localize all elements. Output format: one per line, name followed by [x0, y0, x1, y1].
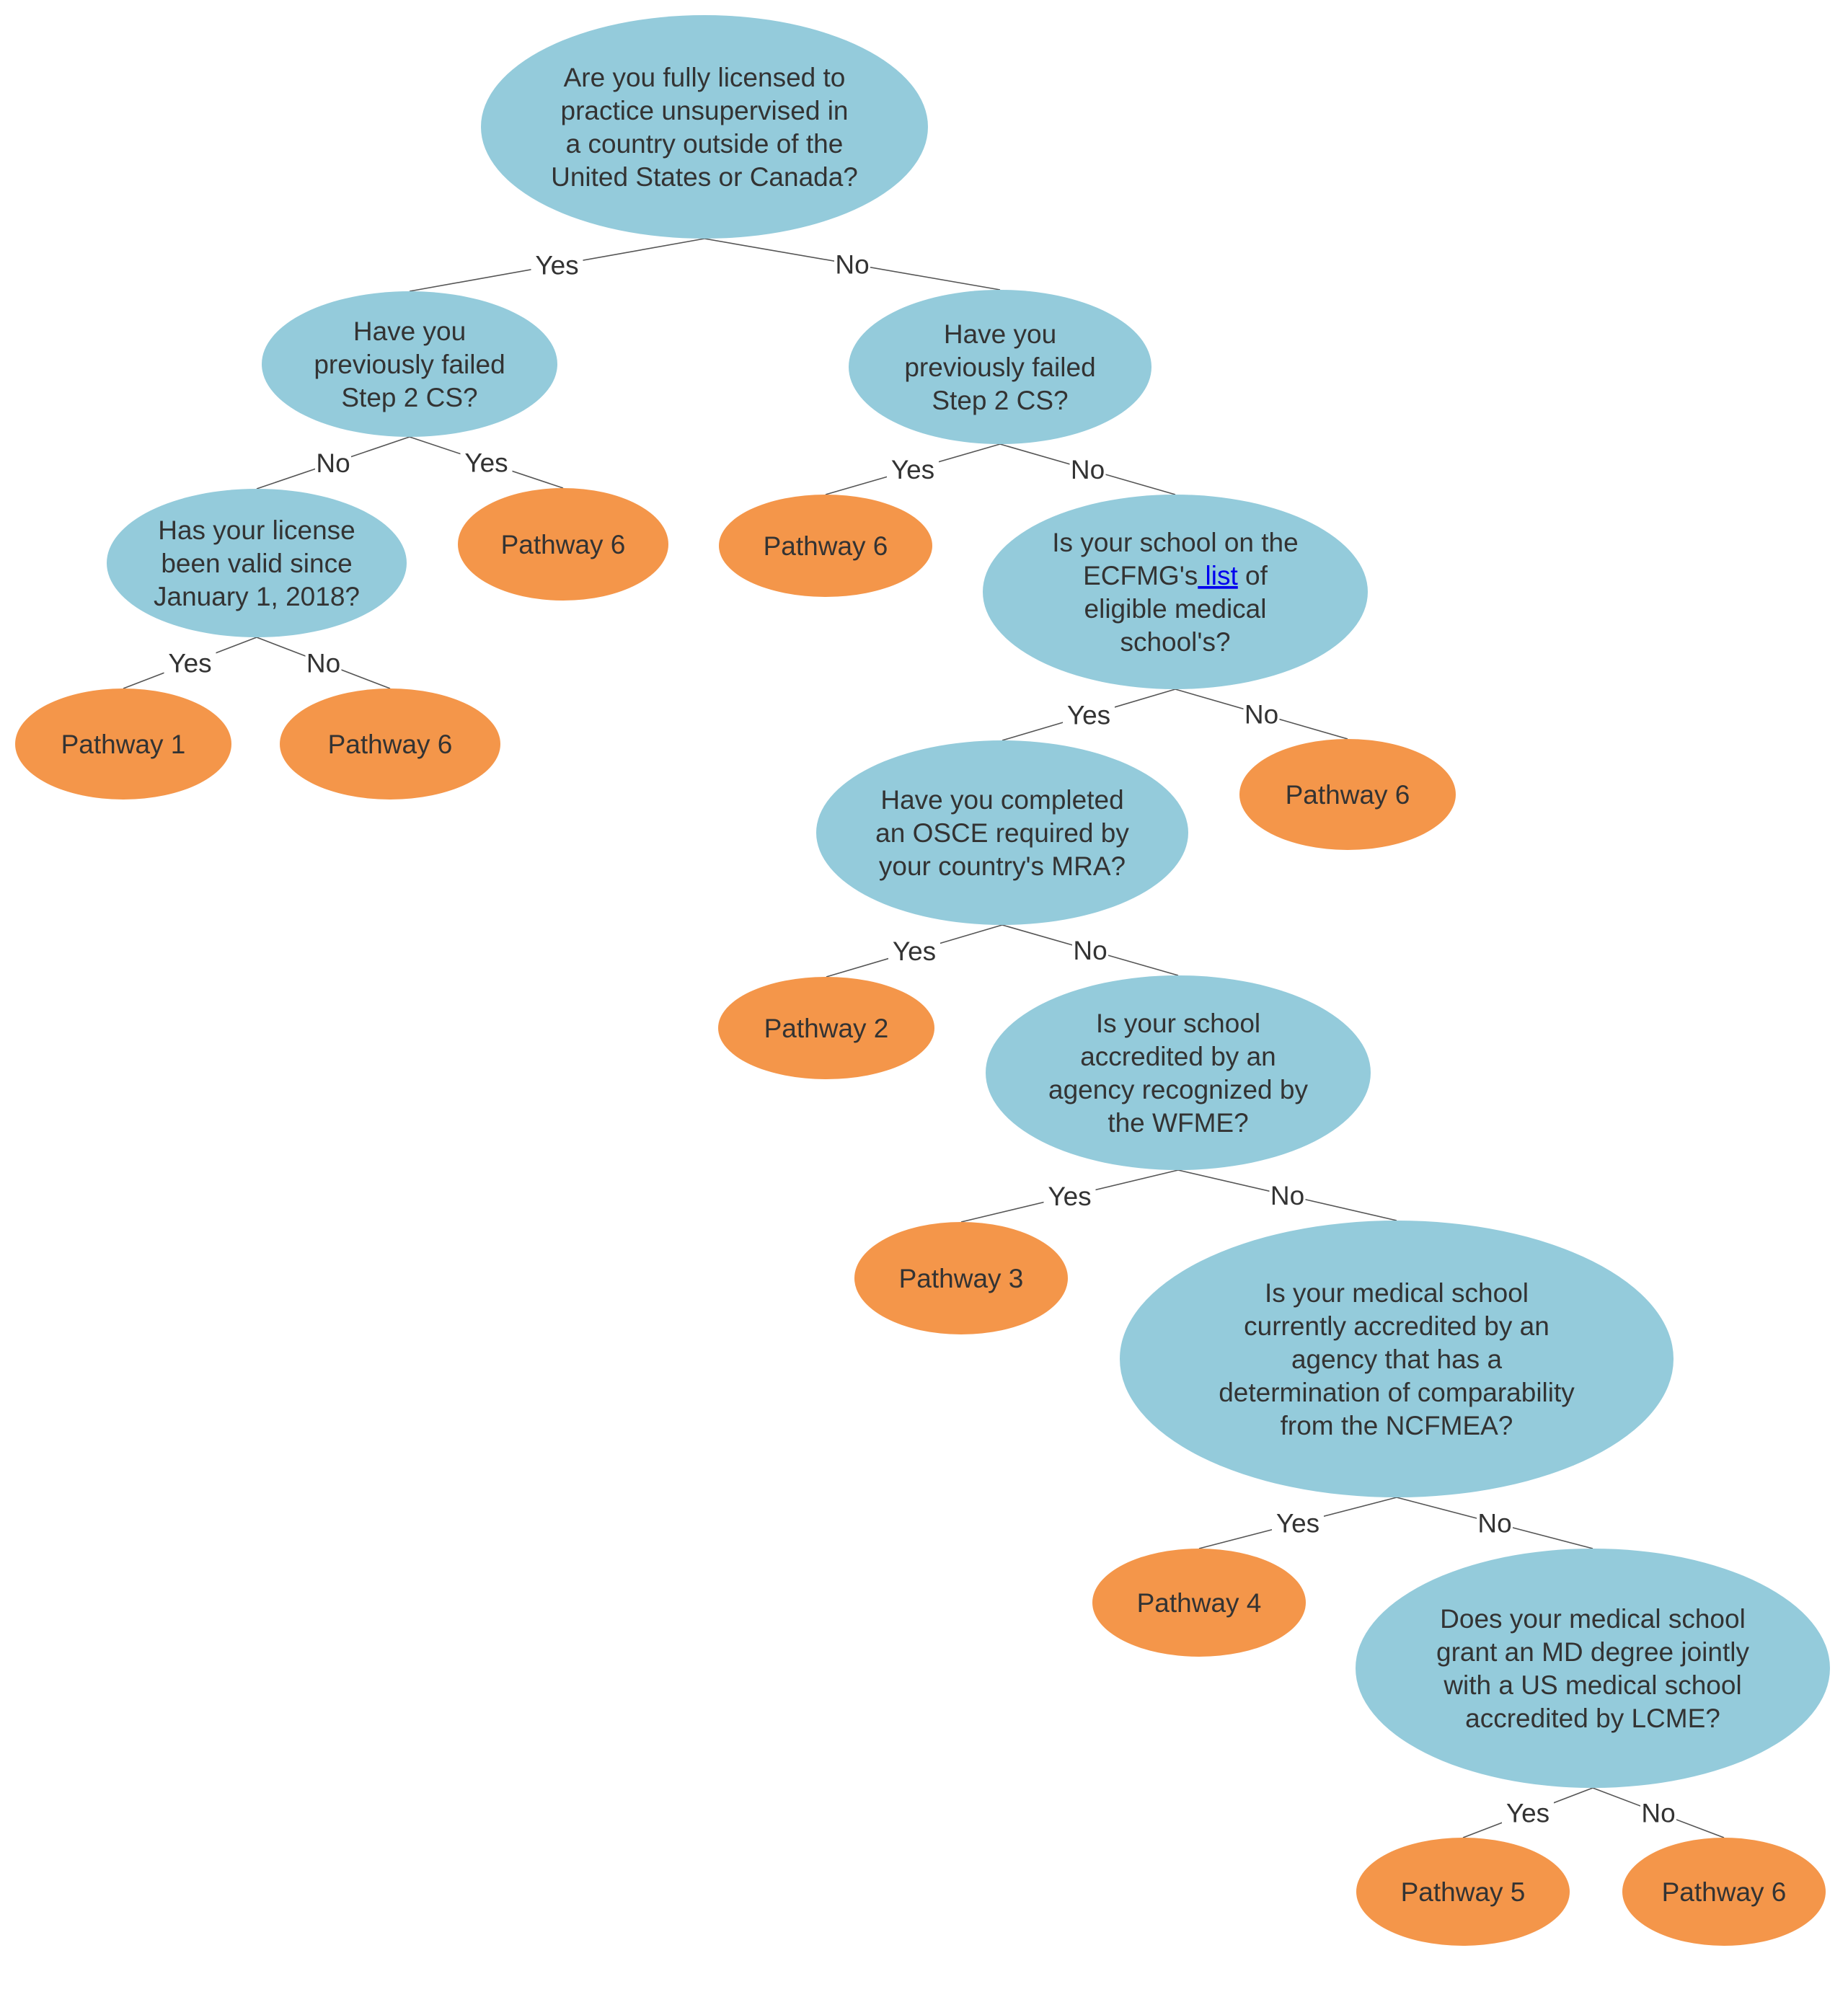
question-text-line: the WFME? — [1108, 1108, 1248, 1138]
edge-label-no: No — [1073, 936, 1107, 965]
question-text-line: with a US medical school — [1443, 1670, 1741, 1700]
question-ellipse — [986, 975, 1371, 1170]
question-node-q_ncfmea: Is your medical schoolcurrently accredit… — [1120, 1221, 1674, 1497]
pathway-node-p2: Pathway 2 — [718, 977, 934, 1079]
question-text-line: currently accredited by an — [1244, 1311, 1549, 1341]
edge-label-yes: Yes — [1067, 701, 1110, 730]
pathway-node-p5: Pathway 5 — [1356, 1838, 1570, 1946]
question-text-line: Does your medical school — [1440, 1604, 1746, 1634]
pathway-label: Pathway 6 — [1662, 1877, 1787, 1907]
pathway-node-p1: Pathway 1 — [15, 688, 231, 800]
node-text-line-with-link: ECFMG's list of — [1083, 561, 1268, 590]
question-text-line: Step 2 CS? — [932, 386, 1068, 415]
edge-label-yes: Yes — [891, 455, 934, 484]
pathway-label: Pathway 6 — [1286, 780, 1410, 810]
edge-label-yes: Yes — [535, 251, 578, 280]
pathway-label: Pathway 5 — [1401, 1877, 1526, 1907]
edge-label-no: No — [1477, 1509, 1511, 1538]
edge-label-no: No — [1641, 1799, 1675, 1828]
question-text-line: an OSCE required by — [875, 818, 1129, 848]
question-text-line: Have you — [944, 319, 1056, 349]
pathway-node-p6_b: Pathway 6 — [719, 495, 932, 597]
question-text-line: United States or Canada? — [551, 162, 858, 192]
pathway-node-p6_c: Pathway 6 — [280, 688, 500, 800]
question-text-line: previously failed — [314, 350, 505, 379]
question-text-line: Is your school on the — [1052, 528, 1298, 557]
ecfmg-list-link[interactable]: list — [1198, 561, 1238, 590]
edge-label-no: No — [1244, 700, 1278, 730]
question-node-q_ecfmg_list: Is your school on the ECFMG's list of elig… — [983, 495, 1368, 689]
question-node-q_wfme: Is your school accredited by an agency rec… — [986, 975, 1371, 1170]
question-node-q_failed_unlicensed: Have you previously failed Step 2 CS? — [849, 290, 1151, 444]
question-text-line: January 1, 2018? — [154, 582, 360, 611]
question-text-line: accredited by LCME? — [1465, 1704, 1720, 1733]
question-text-line: agency recognized by — [1048, 1075, 1308, 1104]
question-text-line: accredited by an — [1080, 1042, 1276, 1071]
pathway-label: Pathway 4 — [1137, 1588, 1262, 1618]
question-text-line: determination of comparability — [1219, 1378, 1575, 1407]
edge-label-yes: Yes — [1276, 1509, 1319, 1538]
question-node-root: Are you fully licensed to practice unsupe… — [481, 15, 928, 239]
pathway-node-p4: Pathway 4 — [1092, 1549, 1306, 1657]
edge-label-yes: Yes — [168, 649, 211, 678]
eligibility-flowchart: Are you fully licensed to practice unsupe… — [15, 15, 1830, 1946]
question-text-line: Step 2 CS? — [341, 383, 477, 412]
pathway-label: Pathway 6 — [501, 530, 626, 559]
node-text-segment: ECFMG's — [1083, 561, 1198, 590]
pathway-label: Pathway 1 — [61, 730, 186, 759]
edge-label-yes: Yes — [1048, 1182, 1091, 1211]
question-text-line: grant an MD degree jointly — [1436, 1637, 1749, 1667]
question-ellipse — [481, 15, 928, 239]
question-text-line: from the NCFMEA? — [1281, 1411, 1513, 1440]
question-text-line: eligible medical — [1084, 594, 1267, 624]
question-text-line: Are you fully licensed to — [564, 63, 846, 92]
question-text-line: practice unsupervised in — [561, 96, 849, 125]
question-node-q_failed_licensed: Have you previously failed Step 2 CS? — [262, 291, 557, 437]
question-text-line: agency that has a — [1291, 1345, 1503, 1374]
edge-label-yes: Yes — [1506, 1799, 1549, 1828]
question-node-q_license_valid: Has your license been valid since January … — [107, 489, 407, 637]
question-text-line: been valid since — [161, 549, 352, 578]
question-node-q_lcme: Does your medical schoolgrant an MD degr… — [1356, 1549, 1830, 1788]
nodes-layer: Are you fully licensed to practice unsupe… — [15, 15, 1830, 1946]
question-text-line: Has your license — [158, 515, 355, 545]
question-text-line: Have you completed — [880, 785, 1123, 815]
question-ellipse — [983, 495, 1368, 689]
question-text-line: Have you — [353, 316, 466, 346]
question-text-line: Is your medical school — [1265, 1278, 1529, 1308]
question-ellipse — [1356, 1549, 1830, 1788]
question-text-line: Is your school — [1096, 1009, 1260, 1038]
question-text-line: previously failed — [904, 353, 1095, 382]
question-text-line: your country's MRA? — [879, 851, 1126, 881]
edge-label-yes: Yes — [893, 936, 936, 966]
pathway-node-p6_d: Pathway 6 — [1239, 739, 1456, 850]
question-text-line: school's? — [1120, 627, 1230, 657]
pathway-node-p3: Pathway 3 — [854, 1222, 1068, 1334]
edge-label-no: No — [306, 649, 340, 678]
edge-label-no: No — [835, 250, 869, 280]
pathway-label: Pathway 3 — [899, 1264, 1024, 1293]
edge-label-no: No — [1270, 1181, 1304, 1210]
question-text-line: a country outside of the — [566, 129, 844, 159]
edge-label-yes: Yes — [464, 448, 508, 478]
edge-label-no: No — [1071, 455, 1105, 484]
pathway-node-p6_e: Pathway 6 — [1622, 1838, 1826, 1946]
node-text-segment: of — [1238, 561, 1268, 590]
edge-label-no: No — [316, 448, 350, 478]
pathway-label: Pathway 2 — [764, 1014, 889, 1043]
pathway-node-p6_a: Pathway 6 — [458, 488, 668, 601]
pathway-label: Pathway 6 — [328, 730, 453, 759]
question-node-q_osce: Have you completedan OSCE required byyou… — [816, 740, 1188, 925]
pathway-label: Pathway 6 — [764, 531, 888, 561]
